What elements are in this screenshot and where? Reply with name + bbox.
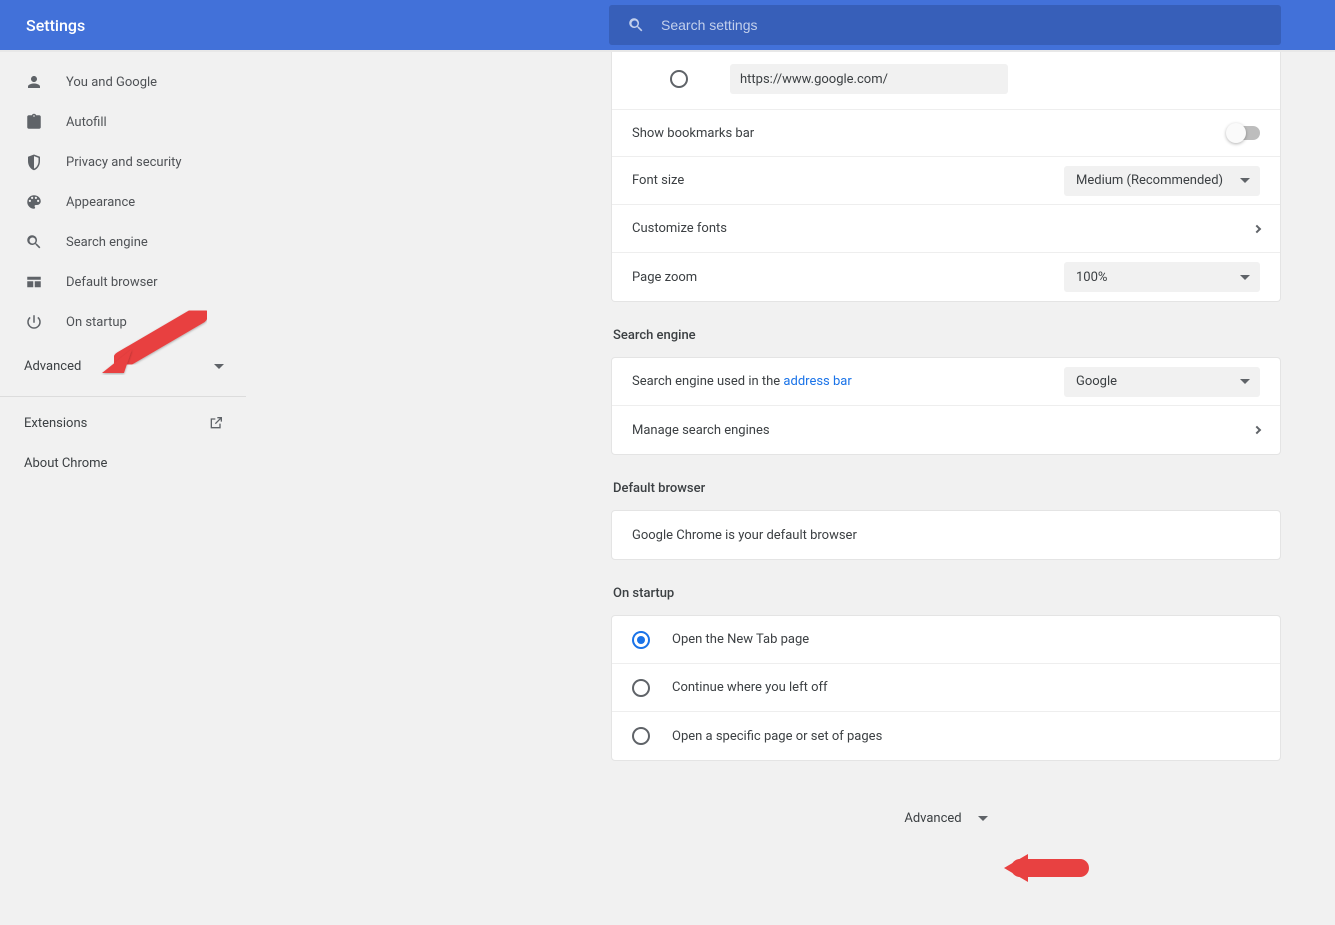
on-startup-heading: On startup (613, 586, 1281, 601)
search-engine-card: Search engine used in the address bar Go… (611, 357, 1281, 455)
shield-icon (24, 152, 44, 172)
search-engine-heading: Search engine (613, 328, 1281, 343)
sidebar-item-label: On startup (66, 315, 127, 330)
search-input[interactable] (661, 17, 1263, 33)
page-zoom-value: 100% (1076, 270, 1107, 285)
startup-option-specific-pages[interactable]: Open a specific page or set of pages (612, 712, 1280, 760)
default-browser-card: Google Chrome is your default browser (611, 510, 1281, 560)
sidebar-item-on-startup[interactable]: On startup (0, 302, 246, 342)
font-size-value: Medium (Recommended) (1076, 173, 1223, 188)
clipboard-icon (24, 112, 44, 132)
sidebar-divider (0, 396, 246, 397)
startup-option-new-tab[interactable]: Open the New Tab page (612, 616, 1280, 664)
sidebar-item-appearance[interactable]: Appearance (0, 182, 246, 222)
extensions-label: Extensions (24, 416, 87, 431)
startup-option-label: Continue where you left off (672, 680, 828, 695)
sidebar-item-label: Search engine (66, 235, 148, 250)
chevron-down-icon (978, 816, 988, 821)
on-startup-card: Open the New Tab page Continue where you… (611, 615, 1281, 761)
search-icon (24, 232, 44, 252)
about-label: About Chrome (24, 456, 107, 471)
customize-fonts-row[interactable]: Customize fonts (612, 205, 1280, 253)
open-external-icon (208, 415, 224, 431)
chevron-down-icon (1240, 275, 1250, 280)
default-browser-heading: Default browser (613, 481, 1281, 496)
sidebar-item-label: Default browser (66, 275, 158, 290)
sidebar: You and Google Autofill Privacy and secu… (0, 52, 246, 925)
radio-icon[interactable] (632, 679, 650, 697)
sidebar-item-you-and-google[interactable]: You and Google (0, 62, 246, 102)
sidebar-item-about-chrome[interactable]: About Chrome (0, 443, 246, 483)
homepage-url-input[interactable]: https://www.google.com/ (730, 64, 1008, 94)
page-zoom-label: Page zoom (632, 270, 697, 285)
sidebar-advanced-toggle[interactable]: Advanced (0, 342, 246, 390)
startup-option-continue[interactable]: Continue where you left off (612, 664, 1280, 712)
sidebar-item-extensions[interactable]: Extensions (0, 403, 246, 443)
manage-search-engines-label: Manage search engines (632, 423, 770, 438)
chevron-right-icon (1253, 426, 1261, 434)
font-size-dropdown[interactable]: Medium (Recommended) (1064, 166, 1260, 196)
radio-icon[interactable] (670, 70, 688, 88)
radio-icon[interactable] (632, 727, 650, 745)
font-size-row: Font size Medium (Recommended) (612, 157, 1280, 205)
startup-option-label: Open a specific page or set of pages (672, 729, 882, 744)
page-title: Settings (26, 16, 85, 35)
search-engine-dropdown[interactable]: Google (1064, 367, 1260, 397)
manage-search-engines-row[interactable]: Manage search engines (612, 406, 1280, 454)
default-browser-row: Google Chrome is your default browser (612, 511, 1280, 559)
advanced-label: Advanced (24, 359, 81, 374)
page-zoom-dropdown[interactable]: 100% (1064, 262, 1260, 292)
default-browser-text: Google Chrome is your default browser (632, 528, 857, 543)
search-engine-used-label: Search engine used in the address bar (632, 374, 852, 389)
sidebar-item-search-engine[interactable]: Search engine (0, 222, 246, 262)
sidebar-item-label: Autofill (66, 115, 107, 130)
search-engine-used-row: Search engine used in the address bar Go… (612, 358, 1280, 406)
chevron-down-icon (1240, 178, 1250, 183)
sidebar-item-privacy[interactable]: Privacy and security (0, 142, 246, 182)
show-bookmarks-label: Show bookmarks bar (632, 126, 754, 141)
footer-advanced-toggle[interactable]: Advanced (611, 811, 1281, 826)
search-icon (627, 16, 645, 34)
show-bookmarks-row: Show bookmarks bar (612, 109, 1280, 157)
customize-fonts-label: Customize fonts (632, 221, 727, 236)
startup-option-label: Open the New Tab page (672, 632, 809, 647)
palette-icon (24, 192, 44, 212)
sidebar-item-autofill[interactable]: Autofill (0, 102, 246, 142)
search-container[interactable] (609, 5, 1281, 45)
header-bar: Settings (0, 0, 1335, 50)
power-icon (24, 312, 44, 332)
appearance-card: https://www.google.com/ Show bookmarks b… (611, 52, 1281, 302)
bookmarks-toggle[interactable] (1228, 126, 1260, 140)
main-content: https://www.google.com/ Show bookmarks b… (246, 52, 1335, 925)
homepage-url-value: https://www.google.com/ (740, 72, 888, 87)
sidebar-item-label: You and Google (66, 75, 157, 90)
chevron-right-icon (1253, 224, 1261, 232)
address-bar-link[interactable]: address bar (783, 374, 851, 389)
browser-icon (24, 272, 44, 292)
radio-icon[interactable] (632, 631, 650, 649)
chevron-down-icon (214, 364, 224, 369)
page-zoom-row: Page zoom 100% (612, 253, 1280, 301)
font-size-label: Font size (632, 173, 684, 188)
sidebar-item-default-browser[interactable]: Default browser (0, 262, 246, 302)
footer-advanced-label: Advanced (904, 811, 961, 826)
person-icon (24, 72, 44, 92)
search-engine-value: Google (1076, 374, 1117, 389)
homepage-url-option[interactable]: https://www.google.com/ (612, 52, 1280, 109)
sidebar-item-label: Appearance (66, 195, 135, 210)
sidebar-item-label: Privacy and security (66, 155, 182, 170)
chevron-down-icon (1240, 379, 1250, 384)
